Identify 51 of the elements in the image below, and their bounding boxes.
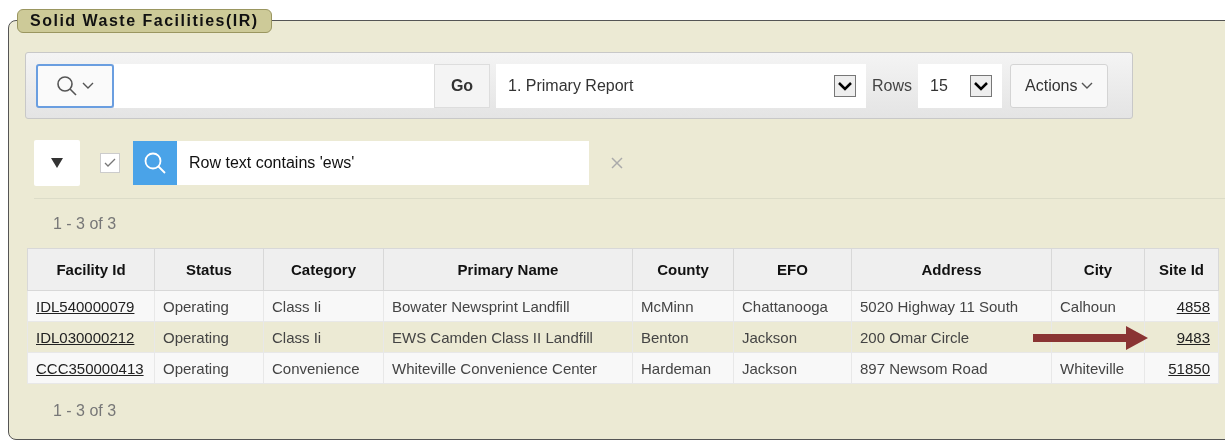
chevron-down-icon	[82, 81, 94, 90]
search-icon	[56, 74, 78, 97]
column-header[interactable]: City	[1051, 248, 1145, 291]
column-header[interactable]: County	[632, 248, 734, 291]
triangle-down-icon	[51, 158, 63, 168]
column-header[interactable]: Facility Id	[27, 248, 155, 291]
rows-select[interactable]: 15	[918, 63, 1002, 108]
table-cell: Convenience	[272, 359, 360, 377]
table-cell: Operating	[163, 328, 229, 346]
check-icon	[104, 158, 116, 168]
table-cell: Hardeman	[641, 359, 712, 377]
table-cell: Bowater Newsprint Landfill	[392, 297, 570, 315]
table-cell: 200 Omar Circle	[860, 328, 970, 346]
column-header[interactable]: Site Id	[1144, 248, 1219, 291]
table-cell: EWS Camden Class II Landfill	[392, 328, 593, 346]
column-header[interactable]: Primary Name	[383, 248, 633, 291]
table-cell: Jackson	[742, 328, 798, 346]
table-cell: 897 Newsom Road	[860, 359, 988, 377]
go-button[interactable]: Go	[434, 63, 490, 108]
search-column-button[interactable]	[36, 63, 114, 108]
table-cell: Whiteville Convenience Center	[392, 359, 598, 377]
region-title: Solid Waste Facilities(IR)	[17, 9, 272, 33]
filter-search-icon	[133, 141, 177, 185]
search-field[interactable]	[114, 63, 434, 108]
pagination-text: 1 - 3 of 3	[53, 215, 118, 233]
table-cell: McMinn	[641, 297, 694, 315]
column-header[interactable]: Category	[263, 248, 384, 291]
filter-checkbox[interactable]	[100, 153, 120, 173]
table-cell: Benton	[641, 328, 689, 346]
table-cell: Class Ii	[272, 328, 322, 346]
table-cell: Whiteville	[1060, 359, 1125, 377]
column-header[interactable]: EFO	[733, 248, 852, 291]
collapse-toggle-button[interactable]	[34, 140, 80, 186]
table-cell: Calhoun	[1060, 297, 1116, 315]
close-icon[interactable]	[611, 157, 623, 169]
dropdown-icon	[834, 74, 856, 97]
pagination-text: 1 - 3 of 3	[53, 402, 118, 420]
table-cell: Operating	[163, 359, 229, 377]
table-cell: Chattanooga	[742, 297, 828, 315]
table-cell: Jackson	[742, 359, 798, 377]
dropdown-icon	[970, 74, 992, 97]
chevron-down-icon	[1081, 81, 1094, 90]
table-cell: Class Ii	[272, 297, 322, 315]
filter-text[interactable]: Row text contains 'ews'	[177, 141, 589, 185]
report-select[interactable]: 1. Primary Report	[496, 63, 866, 108]
actions-button[interactable]: Actions	[1010, 63, 1109, 108]
table-cell: Operating	[163, 297, 229, 315]
column-header[interactable]: Status	[154, 248, 264, 291]
rows-label: Rows	[872, 76, 912, 95]
column-header[interactable]: Address	[851, 248, 1052, 291]
table-cell: 5020 Highway 11 South	[860, 297, 1019, 315]
